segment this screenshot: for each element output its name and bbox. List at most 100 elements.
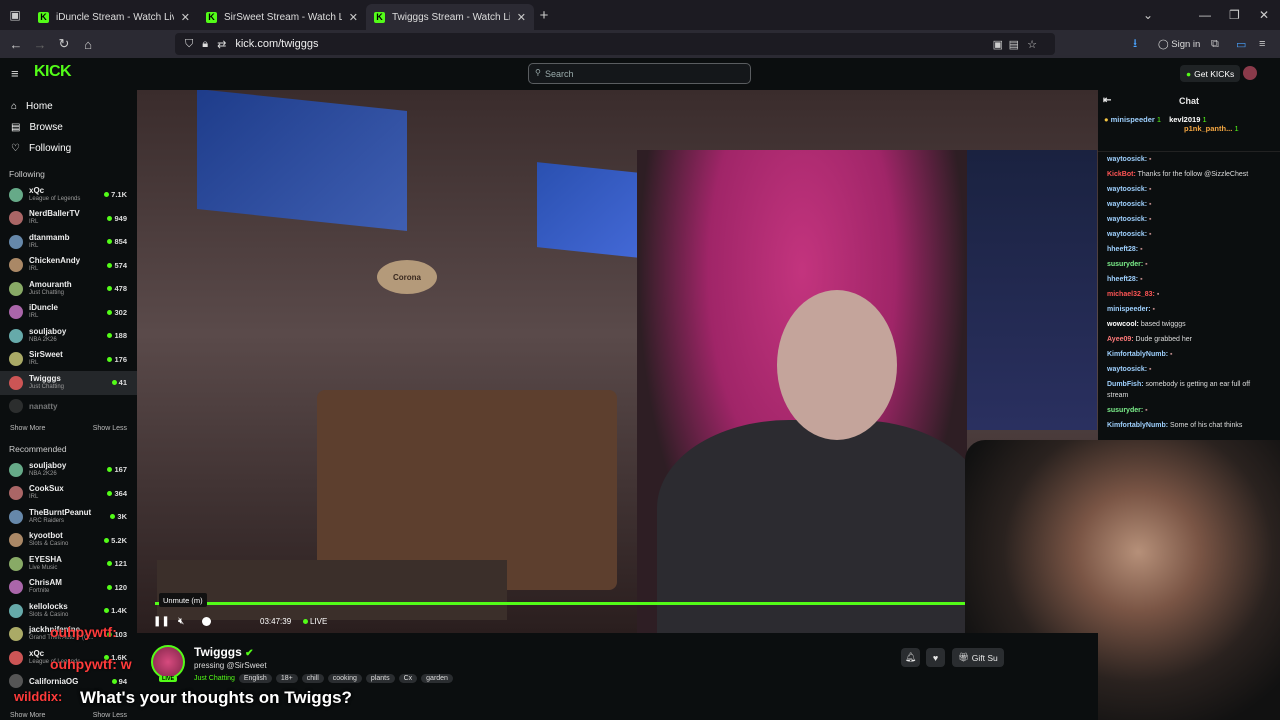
chat-username[interactable]: KimfortablyNumb:: [1107, 422, 1168, 429]
menu-icon[interactable]: ≡: [1259, 38, 1265, 50]
gift-subs-button[interactable]: 🎁︎ Gift Su: [952, 648, 1004, 667]
reader-view-icon[interactable]: ▤: [1009, 38, 1019, 51]
close-icon[interactable]: ✕: [181, 11, 190, 24]
home-icon[interactable]: ⌂: [76, 37, 100, 52]
stream-tag[interactable]: 18+: [275, 674, 298, 683]
show-more-button[interactable]: Show More: [10, 425, 45, 432]
chat-username[interactable]: DumbFish:: [1107, 381, 1144, 388]
live-dot-icon: [107, 356, 113, 362]
chat-username[interactable]: KickBot:: [1107, 171, 1136, 178]
channel-name: ChickenAndy: [29, 256, 81, 266]
browser-tab-iduncle[interactable]: K iDuncle Stream - Watch Live on ✕: [30, 4, 198, 30]
sidebar-channel-sirsweet[interactable]: SirSweet IRL 176: [0, 348, 137, 372]
stream-tag[interactable]: cooking: [327, 674, 362, 683]
reload-icon[interactable]: ↻: [52, 36, 76, 52]
channel-name: kellolocks: [29, 601, 68, 611]
streamer-avatar[interactable]: [151, 645, 185, 679]
show-less-button[interactable]: Show Less: [93, 425, 127, 432]
sidebar-channel-cooksux[interactable]: CookSux IRL 364: [0, 482, 137, 506]
close-icon[interactable]: ✕: [349, 11, 358, 24]
stream-tag[interactable]: plants: [365, 674, 395, 683]
channel-name: kyootbot: [29, 531, 63, 541]
streamer-name[interactable]: Twigggs ✔: [194, 645, 254, 659]
chat-username[interactable]: wowcool:: [1107, 321, 1139, 328]
forward-icon[interactable]: →: [28, 37, 52, 52]
sidebar-channel-iduncle[interactable]: iDuncle IRL 302: [0, 301, 137, 325]
browser-tab-sirsweet[interactable]: K SirSweet Stream - Watch Live on ✕: [198, 4, 366, 30]
live-label: LIVE: [310, 617, 328, 626]
chat-username[interactable]: waytoosick:: [1107, 186, 1147, 193]
chat-username[interactable]: michael32_83:: [1107, 291, 1155, 298]
show-less-button[interactable]: Show Less: [93, 712, 127, 719]
hamburger-menu-icon[interactable]: ≡: [11, 66, 19, 81]
stream-category[interactable]: Just Chatting: [194, 674, 235, 683]
stream-tag[interactable]: garden: [421, 674, 453, 683]
stream-tag[interactable]: English: [238, 674, 272, 683]
sidebar-channel-chickenandy[interactable]: ChickenAndy IRL 574: [0, 254, 137, 278]
chevron-down-icon[interactable]: ⌄: [1143, 8, 1153, 22]
sidebar-channel-xqc[interactable]: xQc League of Legends 7.1K: [0, 183, 137, 207]
sidebar-channel-chrisam[interactable]: ChrisAM Fortnite 120: [0, 576, 137, 600]
chat-username[interactable]: waytoosick:: [1107, 366, 1147, 373]
maximize-icon[interactable]: ❐: [1229, 8, 1240, 22]
stream-tag[interactable]: Cx: [398, 674, 418, 683]
chat-username[interactable]: waytoosick:: [1107, 201, 1147, 208]
chat-username[interactable]: waytoosick:: [1107, 231, 1147, 238]
minimize-icon[interactable]: —: [1199, 8, 1211, 22]
chat-username[interactable]: hheeft28:: [1107, 276, 1138, 283]
sidebar-channel-twigggs[interactable]: Twigggs Just Chatting 41: [0, 371, 137, 395]
sidebar-toggle-icon[interactable]: ▭: [1236, 38, 1246, 51]
picture-icon[interactable]: ▣: [993, 38, 1003, 51]
video-player[interactable]: Corona Unmute (m) ❚❚ 🔇︎ 03:47:39 LIVE ▭: [137, 90, 1098, 633]
back-icon[interactable]: ←: [4, 37, 28, 52]
search-input[interactable]: ⚲ Search: [528, 63, 751, 84]
extensions-icon[interactable]: ⧉: [1211, 38, 1219, 51]
sidebar-item-home[interactable]: ⌂ Home: [0, 96, 137, 117]
sign-in-button[interactable]: ◯ Sign in: [1158, 39, 1200, 50]
sidebar-item-following[interactable]: ♡ Following: [0, 138, 137, 159]
sidebar-channel-dtanmamb[interactable]: dtanmamb IRL 854: [0, 230, 137, 254]
address-bar[interactable]: ⛉ 🔒︎ ⇄ kick.com/twigggs ☆ ▤ ▣: [175, 33, 1055, 55]
sidebar-channel-amouranth[interactable]: Amouranth Just Chatting 478: [0, 277, 137, 301]
tab-label: Twigggs Stream - Watch Live on: [392, 11, 510, 23]
pause-icon[interactable]: ❚❚: [153, 616, 170, 627]
browser-tab-twigggs[interactable]: K Twigggs Stream - Watch Live on ✕: [366, 4, 534, 30]
chat-username[interactable]: waytoosick:: [1107, 216, 1147, 223]
video-progress-bar[interactable]: [155, 602, 1035, 605]
sidebar-channel-eyesha[interactable]: EYESHA Live Music 121: [0, 552, 137, 576]
user-avatar[interactable]: [1243, 66, 1257, 80]
sidebar-channel-nanatty[interactable]: nanatty: [0, 395, 137, 419]
chat-username[interactable]: Ayee09:: [1107, 336, 1134, 343]
volume-slider-knob[interactable]: [202, 617, 211, 626]
mute-icon[interactable]: 🔇︎: [178, 616, 184, 627]
get-kicks-button[interactable]: ● Get KICKs: [1180, 65, 1241, 82]
gifter-3[interactable]: p1nk_panth... 1: [1104, 124, 1274, 133]
tab-list-icon[interactable]: ▣: [0, 8, 30, 22]
chat-username[interactable]: minispeeder:: [1107, 306, 1151, 313]
close-icon[interactable]: ✕: [517, 11, 526, 24]
gifter-2[interactable]: kevl2019 1: [1169, 115, 1207, 124]
notification-bell-icon[interactable]: 🔔︎: [901, 648, 920, 667]
collapse-chat-icon[interactable]: ⇤: [1103, 95, 1111, 106]
new-tab-icon[interactable]: +: [534, 7, 554, 24]
sidebar-item-browse[interactable]: ▤ Browse: [0, 117, 137, 138]
sidebar-channel-souljaboy[interactable]: souljaboy NBA 2K26 167: [0, 458, 137, 482]
chat-username[interactable]: susuryder:: [1107, 261, 1143, 268]
follow-heart-icon[interactable]: ♥: [926, 648, 945, 667]
show-more-button[interactable]: Show More: [10, 712, 45, 719]
sidebar-channel-souljaboy[interactable]: souljaboy NBA 2K26 188: [0, 324, 137, 348]
close-window-icon[interactable]: ✕: [1259, 8, 1269, 22]
chat-username[interactable]: KimfortablyNumb:: [1107, 351, 1168, 358]
stream-tag[interactable]: chill: [301, 674, 324, 683]
chat-username[interactable]: hheeft28:: [1107, 246, 1138, 253]
sidebar-channel-kyootbot[interactable]: kyootbot Slots & Casino 5.2K: [0, 529, 137, 553]
chat-username[interactable]: waytoosick:: [1107, 156, 1147, 163]
bookmark-star-icon[interactable]: ☆: [1027, 38, 1037, 51]
kick-logo[interactable]: KICK: [34, 63, 72, 81]
sidebar-channel-kellolocks[interactable]: kellolocks Slots & Casino 1.4K: [0, 599, 137, 623]
chat-username[interactable]: susuryder:: [1107, 407, 1143, 414]
sidebar-channel-theburntpeanut[interactable]: TheBurntPeanut ARC Raiders 3K: [0, 505, 137, 529]
download-icon[interactable]: ⭳: [1133, 34, 1137, 55]
gifter-1[interactable]: ● minispeeder 1: [1104, 115, 1161, 124]
sidebar-channel-nerdballertv[interactable]: NerdBallerTV IRL 949: [0, 207, 137, 231]
